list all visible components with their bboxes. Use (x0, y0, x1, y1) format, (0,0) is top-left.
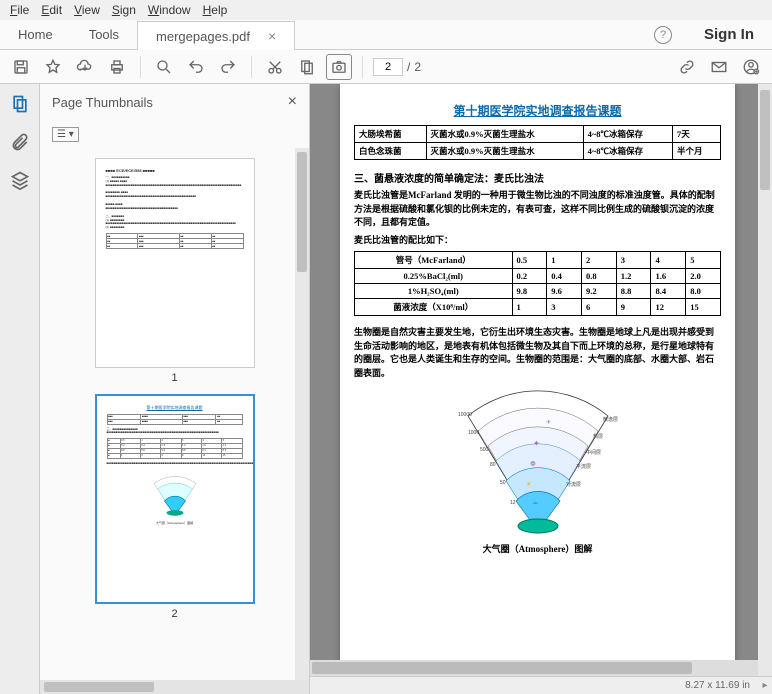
panel-vscroll[interactable] (295, 148, 309, 680)
thumbnails-panel: Page Thumbnails × ☰ ▾ ■■■■ ECE/ECE/558 ■… (40, 84, 310, 694)
section-3: 三、菌悬液浓度的简单确定法：麦氏比浊法 (354, 170, 721, 185)
tab-document[interactable]: mergepages.pdf × (137, 21, 295, 50)
svg-text:10000: 10000 (458, 412, 472, 418)
status-bar: 8.27 x 11.69 in ▸ (310, 676, 772, 694)
menu-file[interactable]: FFileile (4, 3, 35, 17)
table-1: 大肠埃希菌灭菌水或0.9%灭菌生理盐水4~8℃冰箱保存7天 白色念珠菌灭菌水或0… (354, 125, 721, 160)
page-dimensions: 8.27 x 11.69 in (685, 680, 758, 691)
signin-button[interactable]: Sign In (686, 26, 772, 43)
help-icon[interactable]: ? (654, 26, 672, 44)
snapshot-icon[interactable] (326, 54, 352, 80)
thumbnail-1[interactable]: ■■■■ ECE/ECE/558 ■■■■■ 一、■■■■■■■■■■(1) ■… (95, 158, 255, 384)
pages-icon[interactable] (294, 54, 320, 80)
doc-title: 第十期医学院实地调查报告课题 (354, 102, 721, 119)
thumbnails-list: ■■■■ ECE/ECE/558 ■■■■■ 一、■■■■■■■■■■(1) ■… (40, 148, 309, 680)
thumbnail-2[interactable]: 第十期医学院实地调查报告课题 ■■■■■■■■■■■■■■■■■■■■■■■■ … (95, 394, 255, 620)
svg-text:500: 500 (480, 447, 489, 453)
star-icon[interactable] (40, 54, 66, 80)
save-icon[interactable] (8, 54, 34, 80)
panel-options-icon[interactable]: ☰ ▾ (52, 127, 79, 142)
paragraph-2: 生物圈是自然灾害主要发生地，它衍生出环境生态灾害。生物圈是地球上凡是出现并感受到… (354, 326, 721, 380)
svg-text:50: 50 (500, 480, 506, 486)
thumbnails-icon[interactable] (10, 94, 30, 114)
tab-document-label: mergepages.pdf (156, 29, 250, 44)
svg-text:❁: ❁ (530, 460, 536, 468)
viewer-vscroll[interactable] (758, 84, 772, 694)
table-2: 管号（McFarland）0.512345 0.25%BaCl₂(ml)0.20… (354, 251, 721, 316)
attachment-icon[interactable] (10, 132, 30, 152)
page-sep: / (407, 60, 410, 74)
panel-title: Page Thumbnails (52, 95, 153, 110)
page-counter: / 2 (373, 58, 421, 76)
svg-text:✦: ✦ (533, 439, 540, 448)
paragraph-1: 麦氏比浊管是McFarland 发明的一种用于微生物比浊的不同浊度的标准浊度管。… (354, 189, 721, 230)
svg-text:散逸层: 散逸层 (603, 416, 618, 423)
svg-text:平流层: 平流层 (576, 463, 591, 470)
svg-text:热层: 热层 (593, 433, 603, 440)
svg-text:☁: ☁ (532, 500, 538, 506)
svg-text:对流层: 对流层 (566, 481, 581, 488)
viewer-hscroll[interactable] (310, 660, 758, 676)
atmosphere-diagram: 10000 1000 500 80 50 12 散逸层 热层 中间层 平流层 对… (438, 386, 638, 536)
paragraph-1b: 麦氏比浊管的配比如下： (354, 234, 721, 248)
nav-rail (0, 84, 40, 694)
mail-icon[interactable] (706, 54, 732, 80)
print-icon[interactable] (104, 54, 130, 80)
page-content: 第十期医学院实地调查报告课题 大肠埃希菌灭菌水或0.9%灭菌生理盐水4~8℃冰箱… (340, 84, 735, 664)
search-icon[interactable] (151, 54, 177, 80)
close-panel-icon[interactable]: × (288, 93, 297, 111)
menu-sign[interactable]: Sign (106, 3, 142, 17)
menu-edit[interactable]: Edit (35, 3, 68, 17)
svg-text:☀: ☀ (526, 481, 531, 488)
svg-text:1000: 1000 (468, 430, 479, 436)
undo-icon[interactable] (183, 54, 209, 80)
document-viewer: 第十期医学院实地调查报告课题 大肠埃希菌灭菌水或0.9%灭菌生理盐水4~8℃冰箱… (310, 84, 772, 694)
thumb-1-label: 1 (95, 372, 255, 384)
layers-icon[interactable] (10, 170, 30, 190)
toolbar: / 2 (0, 50, 772, 84)
tab-tools[interactable]: Tools (71, 21, 137, 48)
svg-text:12: 12 (510, 500, 516, 506)
svg-text:✈: ✈ (546, 419, 551, 426)
menu-window[interactable]: Window (142, 3, 197, 17)
link-icon[interactable] (674, 54, 700, 80)
cloud-icon[interactable] (72, 54, 98, 80)
tab-home[interactable]: Home (0, 21, 71, 48)
expand-icon[interactable]: ▸ (758, 680, 772, 691)
thumb-2-label: 2 (95, 608, 255, 620)
page-input[interactable] (373, 58, 403, 76)
menu-view[interactable]: View (68, 3, 106, 17)
page-total: 2 (414, 60, 421, 74)
tab-bar: Home Tools mergepages.pdf × ? Sign In (0, 20, 772, 50)
svg-text:80: 80 (490, 462, 496, 468)
redo-icon[interactable] (215, 54, 241, 80)
close-tab-icon[interactable]: × (268, 28, 276, 44)
menu-bar: FFileile Edit View Sign Window Help (0, 0, 772, 20)
cut-icon[interactable] (262, 54, 288, 80)
panel-hscroll[interactable] (44, 682, 154, 692)
profile-icon[interactable] (738, 54, 764, 80)
menu-help[interactable]: Help (197, 3, 234, 17)
svg-text:中间层: 中间层 (586, 449, 601, 456)
diagram-caption: 大气圈（Atmosphere）图解 (354, 542, 721, 555)
